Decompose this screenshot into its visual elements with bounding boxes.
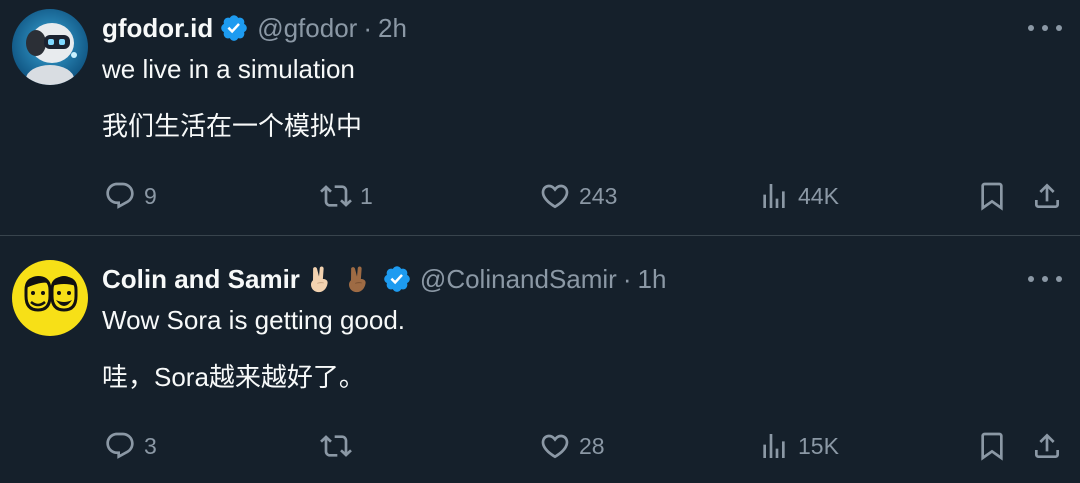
reply-count: 3: [144, 432, 157, 459]
user-handle[interactable]: @ColinandSamir: [420, 264, 617, 295]
reply-icon: [106, 432, 134, 459]
retweet-icon: [320, 435, 352, 457]
heart-icon: [541, 434, 569, 459]
share-icon: [1035, 183, 1059, 208]
separator-dot: ·: [363, 12, 372, 43]
bookmark-icon: [981, 432, 1003, 461]
views-chart-icon: [763, 184, 785, 208]
retweet-count: 1: [360, 182, 373, 209]
separator-dot: ·: [622, 263, 632, 294]
tweet-text-line: Wow Sora is getting good.: [102, 305, 406, 335]
retweet-icon: [320, 185, 352, 207]
timestamp[interactable]: 2h: [378, 13, 407, 44]
bookmark-icon: [981, 182, 1003, 211]
share-button[interactable]: [1031, 426, 1063, 466]
more-options-icon[interactable]: [1028, 18, 1062, 38]
bookmark-button[interactable]: [976, 176, 1008, 216]
tweet-actions: 3 28 15K: [0, 426, 1080, 466]
reply-count: 9: [144, 182, 157, 209]
heart-icon: [541, 184, 569, 209]
views-button[interactable]: 15K: [758, 426, 839, 466]
reply-icon: [106, 182, 134, 209]
tweet-header: Colin and Samir @ColinandSamir · 1h: [102, 259, 666, 299]
tweet-text-line: 我们生活在一个模拟中: [102, 111, 363, 141]
avatar[interactable]: [12, 9, 88, 85]
tweet-text-line: we live in a simulation: [102, 54, 355, 84]
views-chart-icon: [763, 434, 785, 458]
share-button[interactable]: [1031, 176, 1063, 216]
verified-badge-icon: [221, 15, 248, 41]
view-count: 15K: [798, 432, 839, 459]
view-count: 44K: [798, 182, 839, 209]
share-icon: [1035, 433, 1059, 458]
reply-button[interactable]: 3: [104, 426, 157, 466]
tweet[interactable]: gfodor.id @gfodor · 2h we live in a simu…: [0, 0, 1080, 236]
timestamp[interactable]: 1h: [638, 264, 667, 295]
verified-badge-icon: [384, 266, 410, 292]
victory-hand-light-emoji-icon: [310, 266, 328, 293]
tweet-actions: 9 1 243 44K: [0, 176, 1080, 216]
tweet-text-line: 哇，Sora越来越好了。: [102, 362, 365, 392]
display-name[interactable]: gfodor.id: [102, 13, 213, 44]
user-handle[interactable]: @gfodor: [257, 13, 357, 44]
two-faces-avatar-icon: [12, 260, 88, 336]
tweet-header: gfodor.id @gfodor · 2h: [102, 8, 407, 48]
tweet[interactable]: Colin and Samir @ColinandSamir · 1h Wow …: [0, 237, 1080, 483]
views-button[interactable]: 44K: [758, 176, 839, 216]
like-button[interactable]: 28: [539, 426, 605, 466]
avatar[interactable]: [12, 260, 88, 336]
retweet-button[interactable]: 1: [320, 176, 373, 216]
robot-avatar-icon: [12, 9, 88, 85]
reply-button[interactable]: 9: [104, 176, 157, 216]
tweet-feed: gfodor.id @gfodor · 2h we live in a simu…: [0, 0, 1080, 483]
display-name[interactable]: Colin and Samir: [102, 264, 300, 295]
like-count: 243: [579, 182, 618, 209]
retweet-button[interactable]: [320, 426, 360, 466]
more-options-icon[interactable]: [1028, 269, 1062, 289]
bookmark-button[interactable]: [976, 426, 1008, 466]
like-count: 28: [579, 432, 605, 459]
like-button[interactable]: 243: [539, 176, 617, 216]
victory-hand-medium-emoji-icon: [348, 266, 366, 293]
